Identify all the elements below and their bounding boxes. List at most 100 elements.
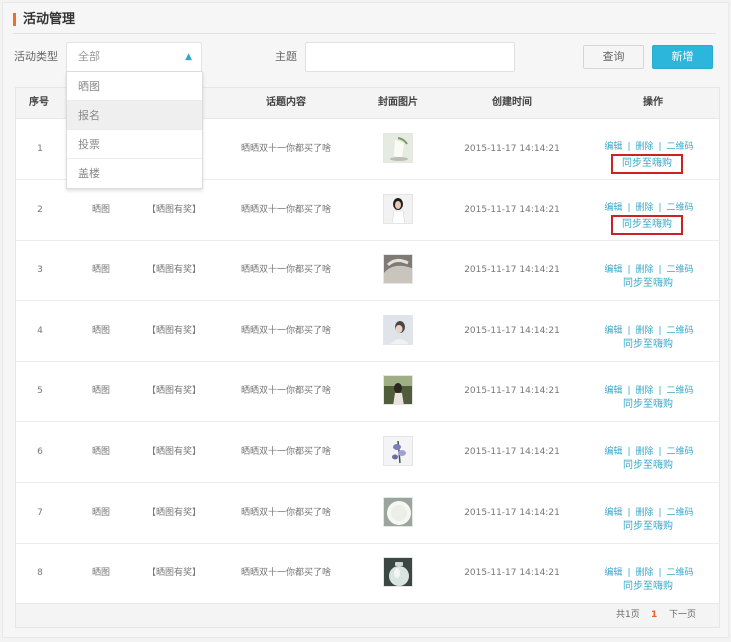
edit-link[interactable]: 编辑: [604, 386, 622, 396]
action-separator: |: [658, 386, 662, 397]
cover-image[interactable]: [383, 375, 413, 406]
sync-to-haigou-link[interactable]: 同步至嗨购: [611, 154, 683, 174]
action-separator: |: [627, 568, 631, 579]
edit-link[interactable]: 编辑: [604, 447, 622, 457]
action-separator: |: [627, 386, 631, 397]
row-actions: 编辑 | 删除 | 二维码: [594, 264, 704, 276]
edit-link[interactable]: 编辑: [604, 203, 622, 213]
edit-link[interactable]: 编辑: [604, 265, 622, 275]
cover-image[interactable]: [383, 557, 413, 588]
table-row: 7 晒图 【晒图有奖】 晒晒双十一你都买了啥 2015-11-17 14:14:21 编辑…: [16, 483, 719, 544]
row-index: 3: [37, 265, 43, 276]
row-topic: 晒晒双十一你都买了啥: [240, 386, 331, 397]
add-button[interactable]: 新增: [652, 45, 713, 69]
app-background: 活动管理 活动类型 全部 ▲ 主题 查询 新增 序号 话题内容 封面图片 创建时…: [0, 0, 731, 642]
edit-link[interactable]: 编辑: [604, 508, 622, 518]
row-topic: 晒晒双十一你都买了啥: [240, 204, 331, 215]
type-select[interactable]: 全部 ▲: [66, 42, 202, 72]
row-created-time: 2015-11-17 14:14:21: [464, 144, 560, 154]
cover-image[interactable]: [383, 314, 413, 345]
next-page-link[interactable]: 下一页: [669, 609, 696, 621]
qrcode-link[interactable]: 二维码: [667, 386, 694, 396]
table-row: 8 晒图 【晒图有奖】 晒晒双十一你都买了啥 2015-11-17 14:14:21 编辑…: [16, 543, 719, 605]
action-separator: |: [658, 202, 662, 213]
row-created-time: 2015-11-17 14:14:21: [464, 325, 560, 336]
row-actions: 编辑 | 删除 | 二维码: [594, 202, 704, 214]
sync-to-haigou-link[interactable]: 同步至嗨购: [611, 214, 683, 235]
qrcode-link[interactable]: 二维码: [667, 142, 694, 152]
dropdown-option-photo[interactable]: 晒图: [67, 72, 202, 101]
row-actions: 编辑 | 删除 | 二维码: [594, 507, 704, 519]
qrcode-link[interactable]: 二维码: [667, 508, 694, 518]
cover-image[interactable]: [383, 254, 413, 285]
delete-link[interactable]: 删除: [635, 142, 653, 152]
row-created-time: 2015-11-17 14:14:21: [464, 507, 560, 518]
title-divider: [13, 33, 716, 34]
page-title: 活动管理: [13, 11, 75, 29]
row-index: 6: [37, 447, 43, 457]
edit-link[interactable]: 编辑: [604, 568, 622, 578]
header-actions: 操作: [643, 97, 663, 108]
table-row: 6 晒图 【晒图有奖】 晒晒双十一你都买了啥 2015-11-17 14:14:21 编辑…: [16, 422, 719, 483]
table-row: 3 晒图 【晒图有奖】 晒晒双十一你都买了啥 2015-11-17 14:14:21 编辑…: [16, 240, 719, 302]
dropdown-option-thread[interactable]: 盖楼: [67, 159, 202, 188]
action-separator: |: [658, 568, 662, 579]
row-type: 晒图: [91, 568, 110, 579]
query-button[interactable]: 查询: [583, 45, 644, 69]
action-separator: |: [658, 507, 662, 518]
action-separator: |: [627, 202, 631, 213]
theme-filter-label: 主题: [275, 50, 297, 63]
activity-panel: 活动管理 活动类型 全部 ▲ 主题 查询 新增 序号 话题内容 封面图片 创建时…: [2, 2, 729, 638]
row-topic: 晒晒双十一你都买了啥: [240, 325, 331, 336]
page-current[interactable]: 1: [651, 609, 657, 621]
row-topic: 晒晒双十一你都买了啥: [240, 144, 331, 154]
delete-link[interactable]: 删除: [635, 265, 653, 275]
type-dropdown-menu: 晒图 报名 投票 盖楼: [66, 71, 203, 189]
sync-to-haigou-link[interactable]: 同步至嗨购: [623, 580, 673, 594]
row-actions: 编辑 | 删除 | 二维码: [594, 141, 704, 153]
theme-input[interactable]: [305, 42, 515, 72]
row-type: 晒图: [91, 204, 110, 215]
row-tag: 【晒图有奖】: [146, 265, 201, 276]
sync-to-haigou-link[interactable]: 同步至嗨购: [623, 398, 673, 412]
qrcode-link[interactable]: 二维码: [667, 326, 694, 336]
row-tag: 【晒图有奖】: [146, 386, 201, 397]
row-index: 2: [37, 204, 43, 215]
sync-to-haigou-link[interactable]: 同步至嗨购: [623, 520, 673, 534]
delete-link[interactable]: 删除: [635, 568, 653, 578]
delete-link[interactable]: 删除: [635, 386, 653, 396]
edit-link[interactable]: 编辑: [604, 326, 622, 336]
delete-link[interactable]: 删除: [635, 203, 653, 213]
action-separator: |: [658, 142, 662, 152]
table-row: 5 晒图 【晒图有奖】 晒晒双十一你都买了啥 2015-11-17 14:14:21 编辑…: [16, 361, 719, 423]
qrcode-link[interactable]: 二维码: [667, 203, 694, 213]
edit-link[interactable]: 编辑: [604, 142, 622, 152]
sync-to-haigou-link[interactable]: 同步至嗨购: [623, 459, 673, 473]
sync-to-haigou-link[interactable]: 同步至嗨购: [623, 277, 673, 291]
action-separator: |: [627, 447, 631, 457]
dropdown-option-signup[interactable]: 报名: [67, 101, 202, 130]
delete-link[interactable]: 删除: [635, 508, 653, 518]
cover-image[interactable]: [383, 496, 413, 527]
qrcode-link[interactable]: 二维码: [667, 447, 694, 457]
row-index: 7: [37, 507, 43, 518]
row-index: 1: [37, 144, 43, 154]
row-actions: 编辑 | 删除 | 二维码: [594, 385, 704, 397]
header-created: 创建时间: [492, 97, 532, 108]
cover-image[interactable]: [383, 133, 413, 163]
qrcode-link[interactable]: 二维码: [667, 265, 694, 275]
row-index: 4: [37, 325, 43, 336]
row-created-time: 2015-11-17 14:14:21: [464, 568, 560, 579]
cover-image[interactable]: [383, 193, 413, 224]
row-type: 晒图: [91, 386, 110, 397]
delete-link[interactable]: 删除: [635, 447, 653, 457]
cover-image[interactable]: [383, 436, 413, 466]
header-index: 序号: [29, 97, 49, 108]
dropdown-option-vote[interactable]: 投票: [67, 130, 202, 159]
action-separator: |: [658, 265, 662, 276]
row-topic: 晒晒双十一你都买了啥: [240, 447, 331, 457]
sync-to-haigou-link[interactable]: 同步至嗨购: [623, 338, 673, 352]
row-index: 5: [37, 386, 43, 397]
delete-link[interactable]: 删除: [635, 326, 653, 336]
qrcode-link[interactable]: 二维码: [667, 568, 694, 578]
